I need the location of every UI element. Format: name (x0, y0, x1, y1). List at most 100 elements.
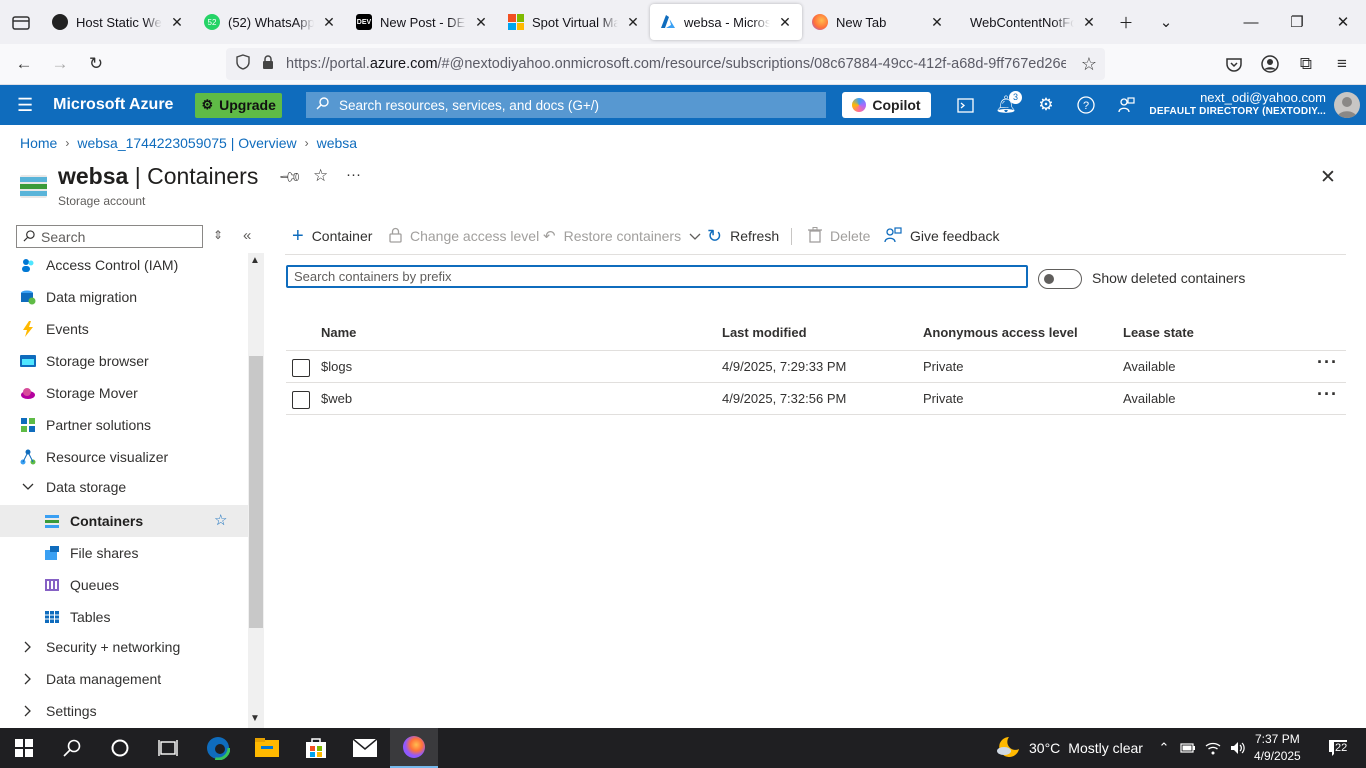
sort-icon[interactable]: ⇕ (213, 228, 223, 242)
close-tab-icon[interactable]: ✕ (1082, 14, 1096, 31)
notification-center-icon[interactable]: 22 (1314, 728, 1362, 768)
sidebar-group-data-management[interactable]: Data management (0, 663, 248, 695)
battery-icon[interactable] (1176, 728, 1200, 768)
sidebar-item-file-shares[interactable]: File shares (0, 537, 248, 569)
row-checkbox[interactable] (292, 359, 310, 377)
pocket-icon[interactable] (1216, 48, 1252, 80)
browser-tab[interactable]: 52 (52) WhatsApp ✕ (194, 4, 346, 40)
browser-tab[interactable]: New Tab ✕ (802, 4, 954, 40)
file-explorer-icon[interactable] (243, 728, 291, 768)
notifications-bell-icon[interactable]: 🔔︎ 3 (986, 85, 1026, 125)
column-header-lease-state[interactable]: Lease state (1123, 325, 1194, 340)
give-feedback-button[interactable]: Give feedback (884, 225, 1000, 247)
upgrade-button[interactable]: ⚙ Upgrade (195, 92, 282, 118)
extensions-icon[interactable]: ⧉ (1288, 48, 1324, 80)
account-icon[interactable] (1252, 48, 1288, 80)
edge-icon[interactable] (194, 728, 242, 768)
cortana-icon[interactable] (96, 728, 144, 768)
browser-tab-active[interactable]: websa - Microsoft Azure ✕ (650, 4, 802, 40)
change-access-level-button[interactable]: Change access level (389, 225, 539, 247)
more-options-icon[interactable]: ··· (346, 166, 361, 183)
minimize-icon[interactable]: — (1228, 0, 1274, 44)
settings-gear-icon[interactable]: ⚙ (1026, 85, 1066, 125)
breadcrumb-resource-group[interactable]: websa_1744223059075 | Overview (77, 135, 296, 151)
restore-containers-button[interactable]: ↶ Restore containers (543, 225, 701, 247)
show-hidden-icons-chevron-icon[interactable]: ⌃ (1152, 728, 1176, 768)
row-checkbox[interactable] (292, 391, 310, 409)
column-header-access-level[interactable]: Anonymous access level (923, 325, 1078, 340)
browser-tab[interactable]: WebContentNotFound ✕ (954, 4, 1106, 40)
forward-icon[interactable]: → (42, 48, 78, 80)
portal-brand[interactable]: Microsoft Azure (53, 96, 173, 114)
sidebar-item-access-control[interactable]: Access Control (IAM) (0, 249, 248, 281)
table-row[interactable]: $logs 4/9/2025, 7:29:33 PM Private Avail… (286, 351, 1346, 383)
sidebar-scrollbar-thumb[interactable] (249, 356, 263, 628)
weather-widget[interactable]: 30°C Mostly clear (995, 728, 1143, 768)
shield-icon[interactable] (236, 54, 250, 74)
show-deleted-toggle[interactable] (1038, 269, 1082, 289)
container-name-link[interactable]: $web (321, 391, 352, 406)
container-name-link[interactable]: $logs (321, 359, 352, 374)
sidebar-item-data-migration[interactable]: Data migration (0, 281, 248, 313)
sidebar-item-partner-solutions[interactable]: Partner solutions (0, 409, 248, 441)
favorite-star-icon[interactable]: ☆ (214, 511, 227, 529)
close-window-icon[interactable]: ✕ (1320, 0, 1366, 44)
row-more-options-icon[interactable]: ··· (1317, 384, 1338, 405)
row-more-options-icon[interactable]: ··· (1317, 352, 1338, 373)
close-tab-icon[interactable]: ✕ (170, 14, 184, 31)
mail-icon[interactable] (341, 728, 389, 768)
sidebar-item-containers[interactable]: Containers ☆ (0, 505, 248, 537)
sidebar-search-input[interactable]: Search (16, 225, 203, 248)
menu-icon[interactable]: ≡ (1324, 48, 1360, 80)
reload-icon[interactable]: ↻ (78, 48, 114, 80)
hamburger-menu-icon[interactable]: ☰ (17, 95, 33, 116)
delete-button[interactable]: Delete (808, 225, 870, 247)
close-tab-icon[interactable]: ✕ (322, 14, 336, 31)
close-tab-icon[interactable]: ✕ (626, 14, 640, 31)
windows-start-icon[interactable] (0, 728, 48, 768)
lock-icon[interactable] (262, 54, 274, 74)
back-icon[interactable]: ← (6, 48, 42, 80)
browser-tab[interactable]: Spot Virtual Machines ✕ (498, 4, 650, 40)
favorite-star-icon[interactable]: ☆ (313, 166, 328, 186)
breadcrumb-home[interactable]: Home (20, 135, 57, 151)
column-header-name[interactable]: Name (321, 325, 356, 340)
list-tabs-chevron-icon[interactable]: ⌄ (1146, 0, 1186, 44)
copilot-button[interactable]: Copilot (842, 92, 931, 118)
volume-icon[interactable] (1226, 728, 1250, 768)
close-blade-icon[interactable]: ✕ (1320, 166, 1336, 189)
close-tab-icon[interactable]: ✕ (930, 14, 944, 31)
browser-tab[interactable]: Host Static Website ✕ (42, 4, 194, 40)
account-info[interactable]: next_odi@yahoo.com DEFAULT DIRECTORY (NE… (1149, 91, 1326, 119)
tab-overview-icon[interactable] (0, 0, 42, 44)
new-tab-icon[interactable]: ＋ (1106, 0, 1146, 44)
container-prefix-search-input[interactable]: Search containers by prefix (286, 265, 1028, 288)
global-search-input[interactable]: Search resources, services, and docs (G+… (306, 92, 826, 118)
sidebar-item-storage-browser[interactable]: Storage browser (0, 345, 248, 377)
scroll-down-icon[interactable]: ▼ (250, 713, 260, 724)
search-icon[interactable] (48, 728, 96, 768)
table-row[interactable]: $web 4/9/2025, 7:32:56 PM Private Availa… (286, 383, 1346, 415)
microsoft-store-icon[interactable] (292, 728, 340, 768)
firefox-taskbar-icon[interactable] (390, 728, 438, 768)
sidebar-item-queues[interactable]: Queues (0, 569, 248, 601)
close-tab-icon[interactable]: ✕ (474, 14, 488, 31)
sidebar-item-tables[interactable]: Tables (0, 601, 248, 633)
url-bar[interactable]: https://portal.azure.com/#@nextodiyahoo.… (226, 48, 1105, 80)
browser-tab[interactable]: DEV New Post - DEV Community ✕ (346, 4, 498, 40)
refresh-button[interactable]: ↻ Refresh (707, 225, 779, 247)
pin-icon[interactable]: 📌︎ (277, 164, 303, 190)
collapse-sidebar-icon[interactable]: « (243, 227, 251, 244)
avatar[interactable] (1334, 92, 1360, 118)
sidebar-item-events[interactable]: Events (0, 313, 248, 345)
bookmark-star-icon[interactable]: ☆ (1081, 54, 1097, 75)
cloud-shell-icon[interactable] (945, 85, 985, 125)
sidebar-group-data-storage[interactable]: Data storage (0, 471, 248, 503)
add-container-button[interactable]: + Container (292, 225, 372, 247)
restore-window-icon[interactable]: ❐ (1274, 0, 1320, 44)
sidebar-group-security-networking[interactable]: Security + networking (0, 631, 248, 663)
sidebar-item-resource-visualizer[interactable]: Resource visualizer (0, 441, 248, 473)
scroll-up-icon[interactable]: ▲ (250, 255, 260, 266)
breadcrumb-storage-account[interactable]: websa (317, 135, 357, 151)
system-clock[interactable]: 7:37 PM 4/9/2025 (1254, 731, 1301, 765)
